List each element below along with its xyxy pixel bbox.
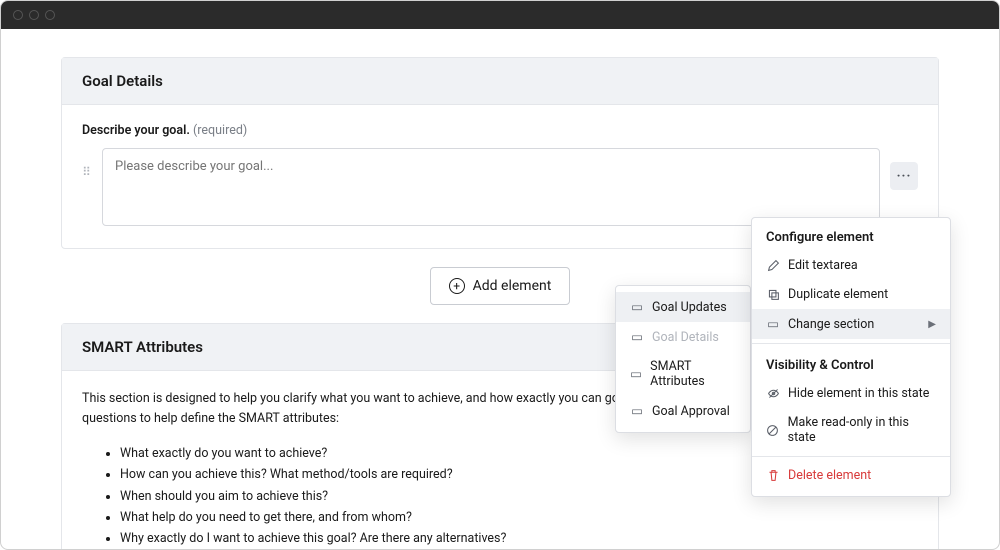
- form-icon: ▭: [630, 299, 644, 315]
- plus-circle-icon: +: [449, 278, 465, 294]
- app-window: Goal Details Describe your goal. (requir…: [0, 0, 1000, 550]
- section-option-smart-attributes[interactable]: ▭ SMART Attributes: [616, 352, 750, 396]
- form-icon: ▭: [630, 366, 642, 382]
- section-option-goal-updates[interactable]: ▭ Goal Updates: [616, 292, 750, 322]
- menu-item-label: Delete element: [788, 468, 871, 483]
- section-option-goal-details: ▭ Goal Details: [616, 322, 750, 352]
- menu-item-label: Goal Details: [652, 330, 719, 345]
- pencil-icon: [766, 259, 780, 272]
- describe-label-text: Describe your goal.: [82, 123, 190, 138]
- menu-item-label: SMART Attributes: [650, 359, 736, 389]
- more-options-button[interactable]: ···: [890, 162, 918, 190]
- menu-item-label: Goal Updates: [652, 300, 727, 315]
- goal-details-header: Goal Details: [62, 58, 938, 105]
- titlebar: [1, 1, 999, 29]
- form-icon: ▭: [630, 403, 644, 419]
- drag-handle-icon[interactable]: ⠿: [82, 148, 92, 174]
- window-max-dot[interactable]: [45, 10, 55, 20]
- duplicate-icon: [766, 288, 780, 301]
- menu-item-label: Make read-only in this state: [788, 415, 936, 445]
- form-icon: ▭: [630, 329, 644, 345]
- menu-divider: [752, 343, 950, 344]
- edit-textarea-item[interactable]: Edit textarea: [752, 251, 950, 280]
- menu-item-label: Duplicate element: [788, 287, 888, 302]
- trash-icon: [766, 469, 780, 482]
- section-option-goal-approval[interactable]: ▭ Goal Approval: [616, 396, 750, 426]
- visibility-section-title: Visibility & Control: [752, 348, 950, 379]
- change-section-item[interactable]: ▭ Change section ▶: [752, 309, 950, 339]
- goal-description-input[interactable]: [102, 148, 880, 226]
- menu-divider: [752, 456, 950, 457]
- add-element-button[interactable]: + Add element: [430, 267, 571, 305]
- window-min-dot[interactable]: [29, 10, 39, 20]
- configure-element-menu: Configure element Edit textarea Duplicat…: [751, 217, 951, 497]
- block-icon: [766, 424, 780, 437]
- content-area: Goal Details Describe your goal. (requir…: [1, 29, 999, 549]
- menu-item-label: Edit textarea: [788, 258, 858, 273]
- duplicate-element-item[interactable]: Duplicate element: [752, 280, 950, 309]
- configure-section-title: Configure element: [752, 220, 950, 251]
- menu-item-label: Hide element in this state: [788, 386, 929, 401]
- eye-off-icon: [766, 387, 780, 400]
- change-section-submenu: ▭ Goal Updates ▭ Goal Details ▭ SMART At…: [615, 285, 751, 433]
- delete-element-item[interactable]: Delete element: [752, 461, 950, 490]
- list-item: What help do you need to get there, and …: [120, 507, 918, 528]
- readonly-item[interactable]: Make read-only in this state: [752, 408, 950, 452]
- describe-label: Describe your goal. (required): [82, 123, 918, 138]
- list-item: Why exactly do I want to achieve this go…: [120, 528, 918, 549]
- window-close-dot[interactable]: [13, 10, 23, 20]
- menu-item-label: Goal Approval: [652, 404, 730, 419]
- menu-item-label: Change section: [788, 317, 874, 332]
- required-indicator: (required): [193, 123, 247, 138]
- hide-element-item[interactable]: Hide element in this state: [752, 379, 950, 408]
- section-icon: ▭: [766, 316, 780, 332]
- chevron-right-icon: ▶: [928, 319, 936, 330]
- add-element-label: Add element: [473, 278, 552, 294]
